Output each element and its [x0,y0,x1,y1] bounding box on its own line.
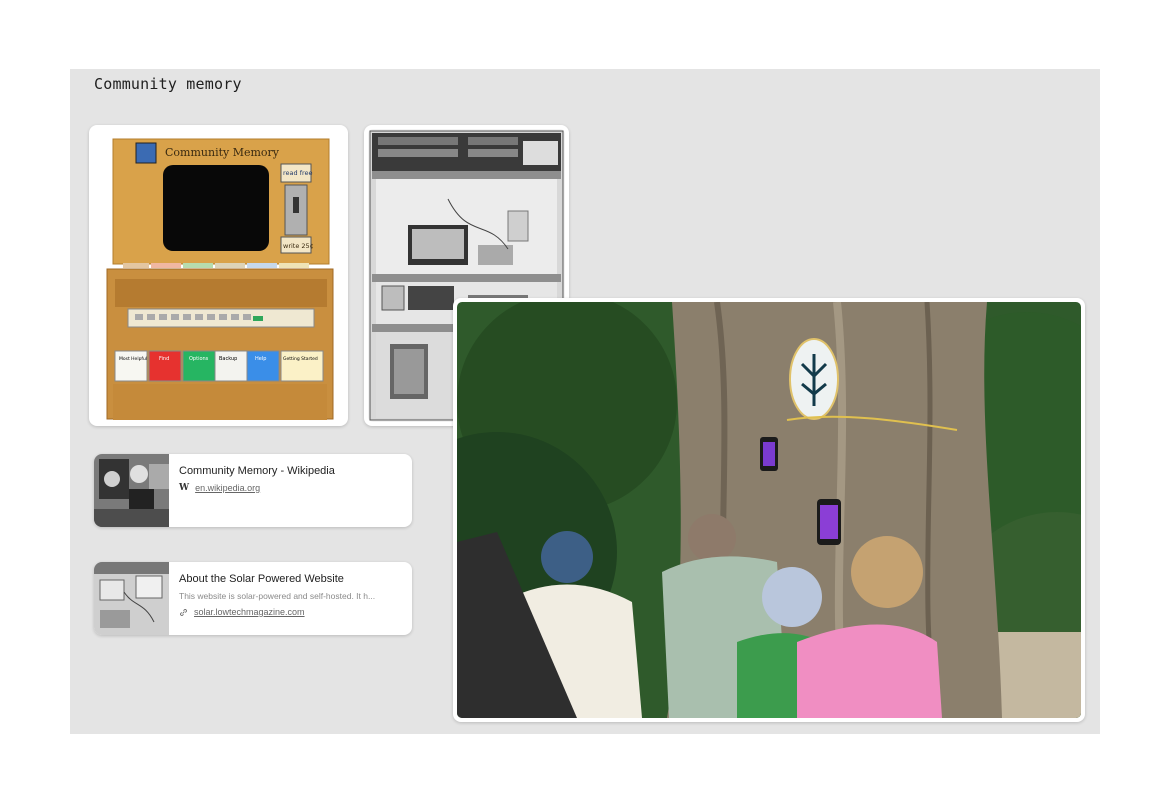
key-help: Help [255,356,266,362]
wikipedia-icon: W [179,483,190,493]
tree-photo-icon [457,302,1081,718]
terminal-photo: Community Memory read free write 25¢ Mos… [93,129,344,422]
tree-photo-card[interactable] [453,298,1085,722]
link-card-wikipedia[interactable]: Community Memory - Wikipedia W en.wikipe… [94,454,412,527]
link-url-row: W en.wikipedia.org [179,483,335,493]
wikipedia-thumbnail [94,454,169,527]
terminal-header: Community Memory [165,146,280,159]
terminal-photo-card[interactable]: Community Memory read free write 25¢ Mos… [89,125,348,426]
moodboard-canvas: Community memory Community Memory read f… [70,69,1100,734]
link-icon [180,608,187,616]
link-card-solar[interactable]: About the Solar Powered Website This web… [94,562,412,635]
write-label: write 25¢ [283,242,314,250]
board-title[interactable]: Community memory [94,75,242,93]
solar-thumbnail [94,562,169,635]
key-getting-started: Getting Started [283,356,318,362]
link-title[interactable]: Community Memory - Wikipedia [179,465,335,477]
link-body: About the Solar Powered Website This web… [169,562,409,635]
link-url[interactable]: solar.lowtechmagazine.com [194,607,305,617]
key-find: Find [159,356,169,362]
link-title[interactable]: About the Solar Powered Website [179,573,399,585]
link-url-row: solar.lowtechmagazine.com [179,607,399,617]
key-backup: Backup [219,356,237,362]
link-body: Community Memory - Wikipedia W en.wikipe… [169,454,345,527]
key-most-helpful: Most Helpful [119,356,147,362]
read-free-label: read free [283,169,313,177]
link-description: This website is solar-powered and self-h… [179,591,376,601]
key-options: Options [189,356,209,362]
link-url[interactable]: en.wikipedia.org [195,483,260,493]
